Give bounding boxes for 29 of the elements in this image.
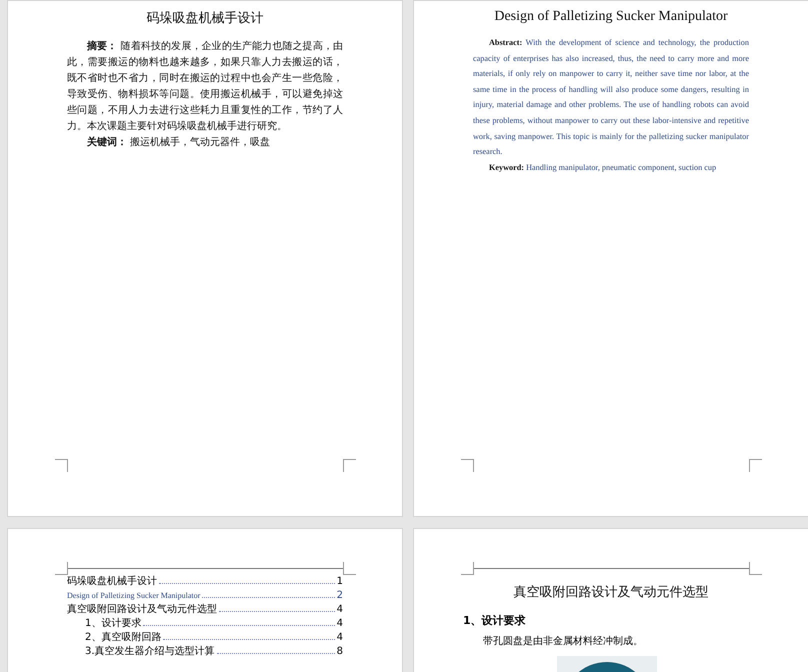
crop-mark	[343, 562, 356, 575]
toc-page-number: 4	[336, 633, 343, 643]
toc-entry[interactable]: 2、真空吸附回路	[85, 633, 162, 643]
toc-entry[interactable]: 3.真空发生器介绍与选型计算	[85, 647, 215, 657]
page-title: Design of Palletizing Sucker Manipulator	[493, 9, 729, 25]
page-title: 码垛吸盘机械手设计	[146, 10, 264, 27]
toc-page-number: 4	[336, 605, 343, 615]
toc-page-number: 4	[336, 619, 343, 629]
crop-mark	[461, 459, 474, 472]
abstract-paragraph: 摘要： 随着科技的发展，企业的生产能力也随之提高，由此，需要搬运的物料也越来越多，如果只靠人力去搬运的话，既不省时也不省力，同时在搬运的过程中也会产生一些危险，导致受伤、物料损坏等问题。使用搬运机械手，可以避免掉这些问题，不用人力去进行这些耗力且重复性的工作，节约了人力。本次课题主要针对码垛吸盘机械手进行研究。	[67, 39, 343, 134]
crop-mark	[55, 562, 68, 575]
toc-entry[interactable]: Design of Palletizing Sucker Manipulator	[67, 591, 200, 601]
keywords-line: 关键词： 搬运机械手，气动元器件，吸盘	[86, 136, 272, 150]
section-heading: 1、设计要求	[463, 613, 527, 628]
toc-page-number: 1	[336, 577, 343, 587]
crop-mark	[749, 562, 762, 575]
crop-mark	[749, 459, 762, 472]
body-text: 带孔圆盘是由非金属材料经冲制成。	[483, 634, 644, 648]
crop-mark	[461, 562, 474, 575]
crop-mark	[343, 459, 356, 472]
toc-page-number: 8	[336, 647, 343, 657]
chapter-title: 真空吸附回路设计及气动元件选型	[512, 584, 710, 601]
abstract-paragraph: Abstract: With the development of science and technology, the production capacity of enterprises has also increased, thus, the need to carry more and more materials, if only rely on manpower to carry it, neither save time nor labor, at the same time in the process of handling will also produce some dangers, resulting in injury, material damage and other problems. The use of handling robots can avoid these problems, without manpower to carry out these labor-intensive and repetitive work, saving manpower. This topic is mainly for the palletizing sucker manipulator research.	[473, 37, 749, 158]
keywords-line: Keyword: Handling manipulator, pneumatic component, suction cup	[488, 162, 718, 174]
crop-mark	[55, 459, 68, 472]
toc-page-number: 2	[336, 591, 343, 601]
toc-entry[interactable]: 真空吸附回路设计及气动元件选型	[67, 605, 217, 615]
toc-entry[interactable]: 码垛吸盘机械手设计	[67, 577, 157, 587]
toc-entry[interactable]: 1、设计要求	[85, 619, 142, 629]
